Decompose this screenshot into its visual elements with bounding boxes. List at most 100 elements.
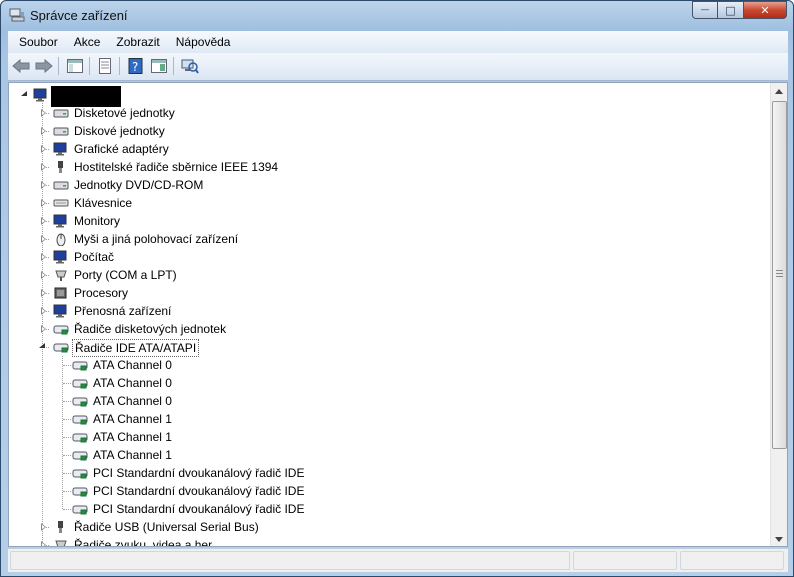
tree-device-item[interactable]: PCI Standardní dvoukanálový řadič IDE (9, 500, 769, 518)
title-bar[interactable]: Správce zařízení — □ ✕ (1, 1, 793, 29)
status-cell-3 (680, 551, 784, 570)
expand-toggle-icon[interactable] (41, 181, 46, 189)
tree-device-item[interactable]: ATA Channel 0 (9, 392, 769, 410)
collapse-toggle-icon[interactable] (39, 343, 45, 348)
tree-category-label: Řadiče USB (Universal Serial Bus) (74, 520, 259, 534)
expand-toggle-icon[interactable] (41, 109, 46, 117)
menu-zobrazit[interactable]: Zobrazit (108, 35, 167, 49)
minimize-button[interactable]: — (692, 1, 718, 19)
device-tree[interactable]: Disketové jednotky Diskové jednotky Grafic… (8, 82, 788, 547)
tree-category-label: Grafické adaptéry (74, 142, 169, 156)
expand-toggle-icon[interactable] (41, 325, 46, 333)
expand-toggle-icon[interactable] (41, 523, 46, 531)
properties-button[interactable] (96, 57, 114, 75)
scroll-thumb[interactable] (772, 101, 787, 449)
menu-soubor[interactable]: Soubor (8, 35, 66, 49)
tree-category-item[interactable]: Přenosná zařízení (9, 302, 769, 320)
tree-category-item[interactable]: Porty (COM a LPT) (9, 266, 769, 284)
menu-akce[interactable]: Akce (66, 35, 109, 49)
tree-category-item[interactable]: Hostitelské řadiče sběrnice IEEE 1394 (9, 158, 769, 176)
tree-category-item[interactable]: Procesory (9, 284, 769, 302)
tree-device-label: ATA Channel 0 (93, 394, 172, 408)
tree-category-item[interactable]: Myši a jiná polohovací zařízení (9, 230, 769, 248)
tree-category-item[interactable]: Klávesnice (9, 194, 769, 212)
tree-category-item[interactable]: Řadiče USB (Universal Serial Bus) (9, 518, 769, 536)
tree-category-item[interactable]: Grafické adaptéry (9, 140, 769, 158)
expand-toggle-icon[interactable] (41, 235, 46, 243)
tree-category-label: Řadiče IDE ATA/ATAPI (72, 339, 200, 357)
expand-toggle-icon[interactable] (41, 289, 46, 297)
tree-category-item[interactable]: Řadiče zvuku, videa a her (9, 536, 769, 546)
tree-category-item[interactable]: Disketové jednotky (9, 104, 769, 122)
expand-toggle-icon[interactable] (41, 163, 46, 171)
tree-device-item[interactable]: ATA Channel 1 (9, 428, 769, 446)
vertical-scrollbar[interactable] (770, 83, 787, 546)
scan-hardware-icon (181, 59, 199, 74)
scan-hardware-button[interactable] (181, 57, 199, 75)
tree-device-label: PCI Standardní dvoukanálový řadič IDE (93, 466, 305, 480)
properties-icon (99, 58, 111, 74)
tree-category-item[interactable]: Řadiče disketových jednotek (9, 320, 769, 338)
tree-device-item[interactable]: ATA Channel 0 (9, 374, 769, 392)
tree-device-item[interactable]: ATA Channel 0 (9, 356, 769, 374)
tree-category-label: Myši a jiná polohovací zařízení (74, 232, 239, 246)
expand-toggle-icon[interactable] (41, 127, 46, 135)
display-adapter-icon (53, 142, 67, 156)
tree-category-label: Počítač (74, 250, 115, 264)
close-button[interactable]: ✕ (744, 1, 787, 19)
show-hide-tree-button[interactable] (66, 57, 84, 75)
tree-device-item[interactable]: PCI Standardní dvoukanálový řadič IDE (9, 482, 769, 500)
scroll-up-button[interactable] (771, 83, 787, 100)
tree-device-label: ATA Channel 1 (93, 412, 172, 426)
tree-category-item[interactable]: Řadiče IDE ATA/ATAPI (9, 338, 769, 357)
tree-device-item[interactable]: PCI Standardní dvoukanálový řadič IDE (9, 464, 769, 482)
computer-root-icon (33, 88, 47, 102)
menu-bar: Soubor Akce Zobrazit Nápověda (8, 31, 788, 53)
tree-category-item[interactable]: Monitory (9, 212, 769, 230)
help-icon: ? (128, 58, 143, 74)
expand-toggle-icon[interactable] (41, 271, 46, 279)
tree-category-label: Klávesnice (74, 196, 133, 210)
tree-category-label: Disketové jednotky (74, 106, 175, 120)
show-hide-tree-icon (67, 59, 83, 73)
back-icon (12, 59, 30, 73)
tree-category-item[interactable]: Počítač (9, 248, 769, 266)
dvd-drive-icon (53, 181, 69, 190)
tree-category-item[interactable]: Diskové jednotky (9, 122, 769, 140)
expand-toggle-icon[interactable] (21, 91, 27, 96)
tree-category-label: Přenosná zařízení (74, 304, 172, 318)
mouse-icon (56, 233, 66, 246)
usb-icon (58, 521, 63, 533)
ieee1394-icon (58, 161, 63, 173)
tree-category-label: Jednotky DVD/CD-ROM (74, 178, 204, 192)
scroll-down-button[interactable] (771, 531, 787, 546)
sound-icon (55, 540, 67, 546)
back-button[interactable] (12, 57, 30, 75)
tree-category-item[interactable]: Jednotky DVD/CD-ROM (9, 176, 769, 194)
tree-root[interactable] (9, 86, 769, 104)
expand-toggle-icon[interactable] (41, 541, 46, 546)
computer-icon (53, 250, 67, 264)
disk-drive-icon (53, 127, 69, 136)
expand-toggle-icon[interactable] (41, 145, 46, 153)
expand-toggle-icon[interactable] (41, 307, 46, 315)
help-button[interactable]: ? (127, 57, 145, 75)
forward-button[interactable] (35, 57, 53, 75)
tree-device-label: ATA Channel 1 (93, 430, 172, 444)
expand-toggle-icon[interactable] (41, 253, 46, 261)
tree-device-item[interactable]: ATA Channel 1 (9, 446, 769, 464)
expand-toggle-icon[interactable] (41, 199, 46, 207)
menu-napoveda[interactable]: Nápověda (168, 35, 239, 49)
tree-category-label: Porty (COM a LPT) (74, 268, 177, 282)
ide-controller-icon (53, 343, 69, 353)
ide-channel-icon (72, 487, 88, 497)
close-icon: ✕ (760, 3, 770, 17)
status-cell-main (10, 551, 570, 570)
show-console-button[interactable] (150, 57, 168, 75)
expand-toggle-icon[interactable] (41, 217, 46, 225)
status-cell-2 (573, 551, 677, 570)
show-console-icon (151, 59, 167, 73)
svg-text:?: ? (132, 60, 138, 74)
tree-device-item[interactable]: ATA Channel 1 (9, 410, 769, 428)
maximize-button[interactable]: □ (718, 1, 744, 19)
